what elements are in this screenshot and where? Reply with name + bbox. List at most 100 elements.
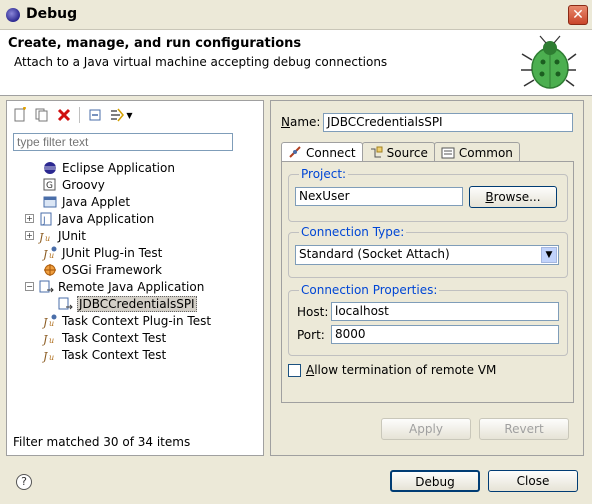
duplicate-icon xyxy=(35,108,48,122)
tree-item-task-context-test[interactable]: J u Task Context Test xyxy=(29,329,166,346)
apply-button[interactable]: Apply xyxy=(381,418,471,440)
project-field[interactable]: NexUser xyxy=(295,187,463,206)
name-label: Name: xyxy=(281,115,321,129)
svg-text:J: J xyxy=(42,333,48,346)
tab-connect[interactable]: Connect xyxy=(281,142,363,163)
groovy-icon: G xyxy=(43,178,56,191)
java-app-icon: J xyxy=(40,212,52,226)
host-field[interactable]: localhost xyxy=(331,302,559,321)
tree-item-label: Java Application xyxy=(58,211,155,226)
configuration-list-panel: ▼ Eclipse Application G Groovy xyxy=(6,100,264,456)
collapse-all-icon xyxy=(89,109,101,121)
allow-termination-checkbox[interactable] xyxy=(288,364,301,377)
close-button[interactable]: Close xyxy=(488,470,578,492)
connection-properties-legend: Connection Properties: xyxy=(299,283,440,297)
chevron-down-icon: ▼ xyxy=(541,247,557,263)
project-group: Project: NexUser Browse... xyxy=(288,167,568,222)
collapse-icon[interactable]: − xyxy=(25,282,34,291)
tree-item-label: Java Applet xyxy=(62,194,131,209)
tab-source[interactable]: Source xyxy=(361,142,435,162)
filter-icon xyxy=(111,108,125,122)
close-icon: ✕ xyxy=(572,7,584,23)
tree-item-label: JUnit xyxy=(58,228,86,243)
new-config-icon xyxy=(14,107,26,122)
tree-item-junit[interactable]: + J u JUnit xyxy=(25,227,86,244)
filter-input[interactable] xyxy=(13,133,233,151)
close-window-button[interactable]: ✕ xyxy=(568,5,588,25)
tab-common[interactable]: Common xyxy=(433,142,520,162)
svg-text:u: u xyxy=(45,234,50,243)
collapse-all-button[interactable] xyxy=(86,106,104,124)
header-subtitle: Attach to a Java virtual machine accepti… xyxy=(14,55,388,69)
name-field[interactable]: JDBCCredentialsSPI xyxy=(323,113,573,132)
host-label: Host: xyxy=(297,305,329,319)
tree-item-label: Task Context Test xyxy=(62,347,167,362)
new-config-button[interactable] xyxy=(11,106,29,124)
svg-text:J: J xyxy=(38,231,44,244)
window-title: Debug xyxy=(26,6,78,22)
tab-label: Source xyxy=(386,145,428,160)
tree-item-groovy[interactable]: G Groovy xyxy=(29,176,105,193)
tree-item-jdbccredentialsspi[interactable]: JDBCCredentialsSPI xyxy=(57,295,197,312)
tree-item-label: JUnit Plug-in Test xyxy=(62,245,163,260)
svg-text:J: J xyxy=(42,248,48,261)
header-title: Create, manage, and run configurations xyxy=(8,36,302,51)
source-icon xyxy=(370,146,383,157)
tree-item-eclipse-application[interactable]: Eclipse Application xyxy=(29,159,175,176)
connect-tab-body: Project: NexUser Browse... Connection Ty… xyxy=(281,161,574,403)
debug-button[interactable]: Debug xyxy=(390,470,480,492)
applet-icon xyxy=(43,196,57,207)
svg-text:J: J xyxy=(42,316,48,329)
svg-text:u: u xyxy=(49,319,54,328)
junit-icon: J u xyxy=(38,231,50,244)
duplicate-config-button[interactable] xyxy=(33,106,51,124)
port-label: Port: xyxy=(297,328,325,342)
port-field[interactable]: 8000 xyxy=(331,325,559,344)
task-test-icon: J u xyxy=(42,333,54,346)
task-test-icon: J u xyxy=(42,350,54,363)
revert-button[interactable]: Revert xyxy=(479,418,569,440)
expand-icon[interactable]: + xyxy=(25,231,34,240)
config-tabs: Connect Source Common xyxy=(281,142,520,163)
eclipse-icon xyxy=(44,161,56,174)
tree-item-java-application[interactable]: + J Java Application xyxy=(25,210,154,227)
delete-icon xyxy=(57,108,71,122)
tree-item-label: Remote Java Application xyxy=(58,279,205,294)
tab-label: Common xyxy=(458,145,513,160)
eclipse-icon xyxy=(6,8,20,22)
remote-config-icon xyxy=(58,297,73,309)
bug-icon xyxy=(521,35,577,89)
connection-type-value: Standard (Socket Attach) xyxy=(299,247,450,261)
chevron-down-icon: ▼ xyxy=(126,110,133,120)
project-legend: Project: xyxy=(299,167,349,181)
expand-icon[interactable]: + xyxy=(25,214,34,223)
tree-item-osgi-framework[interactable]: OSGi Framework xyxy=(29,261,162,278)
tree-item-junit-plugin-test[interactable]: J u JUnit Plug-in Test xyxy=(29,244,162,261)
tree-item-remote-java-application[interactable]: − Remote Java Application xyxy=(25,278,204,295)
connection-type-select[interactable]: Standard (Socket Attach) ▼ xyxy=(295,245,559,265)
svg-text:G: G xyxy=(46,181,53,191)
osgi-icon xyxy=(44,263,56,276)
allow-termination-label: Allow termination of remote VM xyxy=(306,363,497,377)
task-plugin-icon: J u xyxy=(42,314,57,329)
tab-label: Connect xyxy=(306,146,356,160)
filter-menu-button[interactable]: ▼ xyxy=(108,106,134,124)
delete-config-button[interactable] xyxy=(55,106,73,124)
remote-java-icon xyxy=(39,280,54,292)
tree-item-task-context-test[interactable]: J u Task Context Test xyxy=(29,346,166,363)
tree-item-label: OSGi Framework xyxy=(62,262,162,277)
common-icon xyxy=(441,147,455,158)
help-icon[interactable]: ? xyxy=(16,474,32,490)
svg-text:u: u xyxy=(49,353,54,362)
svg-text:J: J xyxy=(42,216,46,226)
tree-item-label: Task Context Test xyxy=(62,330,167,345)
title-bar: Debug ✕ xyxy=(0,0,592,30)
tree-item-label: Task Context Plug-in Test xyxy=(62,313,212,328)
browse-button[interactable]: Browse... xyxy=(469,186,557,208)
svg-text:J: J xyxy=(42,350,48,363)
tree-item-label: Groovy xyxy=(62,177,105,192)
svg-text:u: u xyxy=(49,251,54,260)
tree-item-task-context-plugin-test[interactable]: J u Task Context Plug-in Test xyxy=(29,312,211,329)
tree-item-java-applet[interactable]: Java Applet xyxy=(29,193,130,210)
connection-properties-group: Connection Properties: Host: localhost P… xyxy=(288,283,568,356)
